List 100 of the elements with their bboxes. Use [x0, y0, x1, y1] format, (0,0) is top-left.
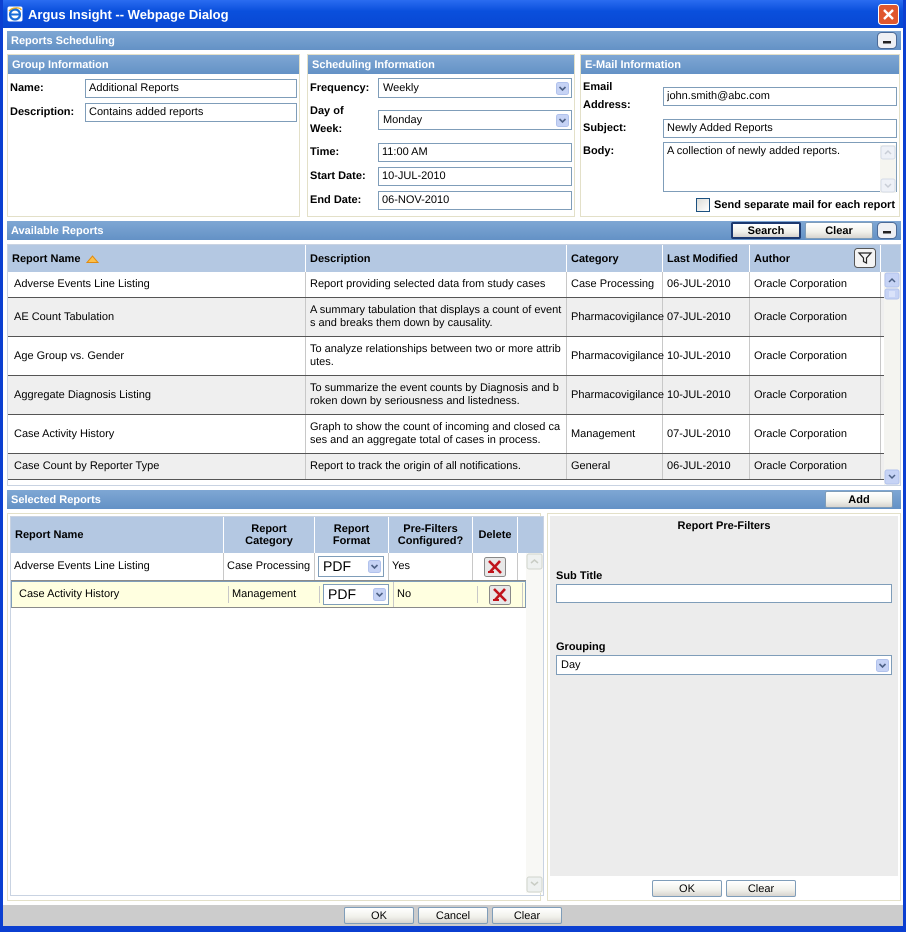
- clear-button[interactable]: Clear: [805, 222, 873, 239]
- field-label: Subject:: [583, 121, 628, 136]
- field-label: Day of Week:: [310, 104, 345, 137]
- delete-icon[interactable]: [484, 556, 506, 576]
- panel-title: Report Pre-Filters: [678, 520, 770, 532]
- table-cell: Adverse Events Line Listing: [14, 560, 150, 573]
- table-cell-text: To summarize the event counts by Diagnosis and broken down by seriousness and listedness.: [310, 382, 560, 408]
- table-cell: Pharmacovigilance: [571, 310, 664, 324]
- table-cell: Case Processing: [227, 560, 310, 573]
- table-cell: Management: [232, 588, 296, 601]
- table-cell: Yes: [392, 560, 410, 573]
- table-cell: To analyze relationships between two or more attributes.: [310, 343, 562, 369]
- table-cell: Oracle Corporation: [754, 278, 847, 291]
- field-label: Grouping: [556, 641, 606, 653]
- checkbox[interactable]: [696, 198, 710, 212]
- field-label: Email Address:: [583, 80, 632, 113]
- table-cell: Management: [571, 428, 636, 440]
- table-cell: Aggregate Diagnosis Listing: [14, 388, 151, 402]
- field-label: Time:: [310, 145, 340, 160]
- collapse-icon[interactable]: [877, 222, 897, 239]
- close-icon[interactable]: [878, 4, 899, 24]
- window-title: Argus Insight -- Webpage Dialog: [28, 6, 230, 22]
- dropdown[interactable]: Weekly: [378, 78, 572, 98]
- scrollbar[interactable]: [884, 272, 900, 485]
- checkbox-label: Send separate mail for each report: [714, 199, 895, 211]
- column-header: Report Category: [244, 523, 294, 547]
- clear-button[interactable]: Clear: [492, 907, 562, 924]
- field-label: Frequency:: [310, 81, 370, 96]
- table-cell: Case Activity History: [14, 428, 114, 440]
- format-dropdown[interactable]: PDF: [318, 556, 384, 577]
- text-field[interactable]: john.smith@abc.com: [663, 86, 897, 106]
- scrollbar[interactable]: [526, 553, 543, 893]
- table-cell: Oracle Corporation: [754, 310, 847, 324]
- table-cell: Age Group vs. Gender: [14, 350, 124, 362]
- browser-icon: [7, 6, 23, 22]
- section-title: Scheduling Information: [312, 58, 436, 70]
- table-cell: 06-JUL-2010: [667, 278, 731, 291]
- ok-button[interactable]: OK: [652, 880, 722, 897]
- table-row[interactable]: Case Activity History Management PDF No: [11, 581, 526, 608]
- text-field[interactable]: 11:00 AM: [378, 142, 572, 162]
- ok-button[interactable]: OK: [344, 907, 414, 924]
- field-label: Body:: [583, 144, 616, 159]
- table-cell: Case Activity History: [19, 588, 120, 601]
- table-cell: A summary tabulation that displays a count of events and breaks them down by causality.: [310, 304, 562, 330]
- table-cell: Report providing selected data from study cases: [310, 278, 546, 291]
- caret-icon: [368, 560, 381, 573]
- table-cell: 10-JUL-2010: [667, 350, 731, 362]
- section-title: Group Information: [12, 58, 110, 70]
- cancel-button[interactable]: Cancel: [418, 907, 488, 924]
- field-label: Sub Title: [556, 570, 604, 582]
- caret-icon: [556, 82, 569, 94]
- table-cell: AE Count Tabulation: [14, 310, 114, 324]
- body-field[interactable]: A collection of newly added reports.: [663, 142, 897, 192]
- clear-button[interactable]: Clear: [726, 880, 796, 897]
- field-label: End Date:: [310, 193, 362, 208]
- column-header[interactable]: Report Name: [12, 252, 80, 264]
- text-field[interactable]: 06-NOV-2010: [378, 190, 572, 210]
- sort-ascending-icon: [86, 254, 100, 262]
- table-cell: 06-JUL-2010: [667, 460, 731, 473]
- table-cell: Oracle Corporation: [754, 350, 847, 362]
- text-field[interactable]: [556, 584, 892, 603]
- table-cell: Case Count by Reporter Type: [14, 460, 160, 473]
- filter-icon[interactable]: [854, 248, 876, 268]
- dropdown[interactable]: Monday: [378, 110, 572, 130]
- table-cell: Adverse Events Line Listing: [14, 278, 150, 291]
- caret-icon: [373, 588, 386, 601]
- search-button[interactable]: Search: [731, 222, 801, 239]
- text-field[interactable]: 10-JUL-2010: [378, 166, 572, 186]
- section-title: E-Mail Information: [585, 58, 682, 70]
- column-header: Pre-Filters Configured?: [396, 523, 464, 547]
- column-header[interactable]: Author: [754, 252, 790, 264]
- text-field[interactable]: Additional Reports: [85, 78, 297, 98]
- scrollbar[interactable]: [880, 145, 896, 193]
- table-cell: Case Processing: [571, 278, 654, 291]
- caret-icon: [876, 658, 889, 672]
- table-cell: No: [397, 588, 412, 601]
- column-header: Delete: [478, 529, 512, 541]
- caret-icon: [556, 114, 569, 126]
- field-label: Description:: [10, 105, 76, 120]
- table-cell: Oracle Corporation: [754, 428, 847, 440]
- collapse-icon[interactable]: [877, 32, 897, 49]
- table-cell: Oracle Corporation: [754, 460, 847, 473]
- column-header[interactable]: Category: [571, 252, 619, 264]
- table-row[interactable]: Adverse Events Line Listing Case Processing PDF Yes: [11, 553, 526, 581]
- section-title: Available Reports: [11, 224, 105, 236]
- field-label: Start Date:: [310, 169, 367, 184]
- column-header: Report Format: [332, 523, 372, 547]
- column-header[interactable]: Last Modified: [667, 252, 738, 264]
- text-field[interactable]: Contains added reports: [85, 102, 297, 122]
- table-cell: General: [571, 460, 610, 473]
- section-title: Reports Scheduling: [11, 34, 116, 46]
- add-button[interactable]: Add: [825, 491, 893, 508]
- field-label: Name:: [10, 81, 45, 96]
- section-title: Selected Reports: [11, 494, 102, 506]
- delete-icon[interactable]: [489, 584, 511, 604]
- column-header[interactable]: Description: [310, 252, 371, 264]
- text-field[interactable]: Newly Added Reports: [663, 118, 897, 138]
- format-dropdown[interactable]: PDF: [323, 584, 389, 605]
- table-cell: Report to track the origin of all notifications.: [310, 460, 521, 473]
- dropdown[interactable]: Day: [556, 655, 892, 675]
